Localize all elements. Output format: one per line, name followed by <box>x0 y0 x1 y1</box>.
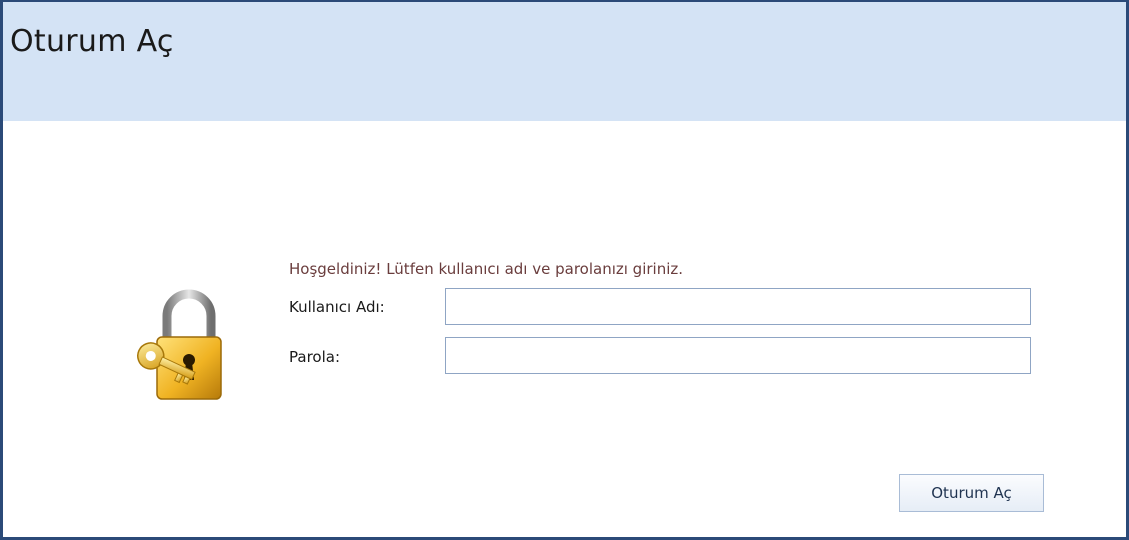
password-field[interactable] <box>445 337 1031 374</box>
welcome-message: Hoşgeldiniz! Lütfen kullanıcı adı ve par… <box>289 260 684 278</box>
password-label: Parola: <box>289 348 340 366</box>
page-title: Oturum Aç <box>10 24 174 59</box>
login-button[interactable]: Oturum Aç <box>899 474 1044 512</box>
username-field[interactable] <box>445 288 1031 325</box>
lock-key-icon <box>129 282 239 412</box>
header-bar: Oturum Aç <box>3 2 1126 121</box>
login-window: Oturum Aç Hoşgeldiniz! Lütfen kullanıcı … <box>0 0 1129 540</box>
username-label: Kullanıcı Adı: <box>289 298 385 316</box>
